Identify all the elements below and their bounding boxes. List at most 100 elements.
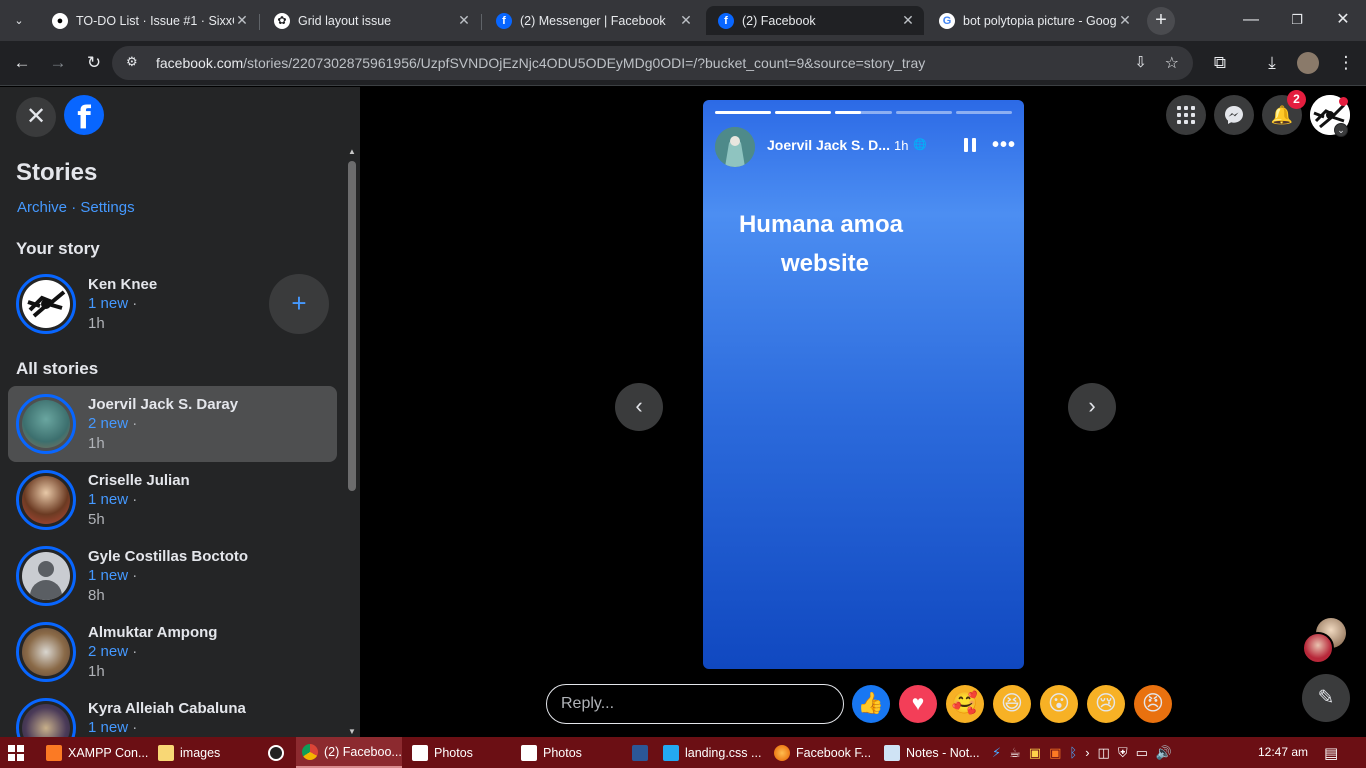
close-tab-icon[interactable]: ✕ [456, 12, 472, 29]
wow-reaction-button[interactable]: 😮 [1040, 685, 1078, 723]
notification-center-button[interactable]: ▤ [1324, 737, 1338, 768]
chat-head-avatar[interactable] [1302, 632, 1334, 664]
taskbar-item-vscode[interactable]: landing.css ... [663, 737, 761, 768]
story-author-name[interactable]: Joervil Jack S. D... [767, 137, 890, 153]
browser-tab-github[interactable]: ● TO-DO List · Issue #1 · SixxC ✕ [40, 6, 258, 35]
new-count-text: 2 new [88, 415, 129, 432]
forward-button[interactable]: → [44, 49, 72, 77]
close-tab-icon[interactable]: ✕ [1117, 12, 1133, 29]
site-info-icon[interactable]: ⚙ [126, 54, 138, 70]
avatar [22, 628, 70, 676]
taskbar-item-firefox[interactable]: Facebook F... [774, 737, 871, 768]
story-time: 8h [88, 587, 105, 604]
taskbar-item-notepad[interactable]: Notes - Not... [884, 737, 980, 768]
story-item-gyle[interactable]: Gyle Costillas Boctoto 1 new · 8h [8, 538, 337, 614]
restore-button[interactable]: ❐ [1274, 0, 1320, 40]
angry-emoji-icon: 😠 [1142, 692, 1164, 715]
minimize-button[interactable]: — [1228, 0, 1274, 40]
network-icon: ▭ [1135, 744, 1148, 760]
new-tab-button[interactable]: + [1147, 7, 1175, 35]
browser-tab-messenger[interactable]: f (2) Messenger | Facebook ✕ [484, 6, 702, 35]
story-card[interactable]: Joervil Jack S. D... 1h 🌐 ••• Humana amo… [703, 100, 1024, 669]
story-progress-segment [775, 111, 832, 114]
downloads-button[interactable]: ⤓ [1258, 49, 1286, 77]
taskbar-item-photos-1[interactable]: Photos [412, 737, 473, 768]
story-new-count: 1 new · [88, 719, 137, 736]
story-ring [16, 274, 76, 334]
facebook-logo[interactable]: f [64, 95, 104, 136]
system-tray[interactable]: ⚡ ☕ ▣ ▣ ᛒ › ◫ ⛨ ▭ 🔊 [992, 737, 1180, 768]
taskbar-item-chrome[interactable]: (2) Faceboo... [296, 737, 402, 768]
more-options-icon[interactable]: ••• [992, 134, 1016, 157]
story-author-name: Joervil Jack S. Daray [88, 396, 239, 413]
browser-menu-button[interactable]: ⋮ [1332, 49, 1360, 77]
taskbar-item-images[interactable]: images [158, 737, 220, 768]
taskbar-item-xampp[interactable]: XAMPP Con... [46, 737, 148, 768]
taskbar-label: Photos [543, 745, 582, 760]
story-progress-segment [835, 111, 892, 114]
close-stories-button[interactable]: ✕ [16, 97, 56, 137]
notepad-icon [884, 744, 900, 761]
haha-reaction-button[interactable]: 😆 [993, 685, 1031, 723]
story-author-name: Almuktar Ampong [88, 624, 218, 641]
taskbar-item-recorder[interactable] [268, 737, 290, 768]
record-icon [268, 744, 284, 761]
close-tab-icon[interactable]: ✕ [900, 12, 916, 29]
browser-tab-bar: ● TO-DO List · Issue #1 · SixxC ✕ ✿ Grid… [0, 0, 1366, 41]
browser-profile-button[interactable] [1294, 49, 1322, 77]
care-reaction-button[interactable]: 🥰 [946, 685, 984, 723]
chevron-down-icon[interactable]: ⌄ [1334, 123, 1348, 137]
close-tab-icon[interactable]: ✕ [234, 12, 250, 29]
chat-heads[interactable] [1302, 618, 1348, 666]
taskbar-item-photos-2[interactable]: Photos [521, 737, 582, 768]
story-item-kyra[interactable]: Kyra Alleiah Cabaluna 1 new · [8, 690, 337, 737]
story-author-avatar[interactable] [715, 127, 755, 167]
separator-dot: · [128, 491, 138, 508]
close-window-button[interactable]: ✕ [1320, 0, 1366, 40]
new-count-text: 1 new [88, 567, 129, 584]
scroll-down-icon[interactable]: ▼ [347, 727, 357, 737]
story-time: 1h [88, 315, 105, 332]
start-button[interactable] [8, 737, 30, 768]
next-story-button[interactable]: › [1068, 383, 1116, 431]
taskbar-item-terminal[interactable] [632, 737, 654, 768]
story-item-criselle[interactable]: Criselle Julian 1 new · 5h [8, 462, 337, 538]
sad-reaction-button[interactable]: 😢 [1087, 685, 1125, 723]
separator-dot: · [128, 643, 138, 660]
reply-input[interactable] [546, 684, 844, 724]
reload-button[interactable]: ↻ [80, 49, 108, 77]
address-bar[interactable]: ⚙ facebook.com/stories/2207302875961956/… [112, 46, 1193, 80]
download-icon: ⤓ [1268, 53, 1276, 72]
browser-tab-google[interactable]: G bot polytopia picture - Goog ✕ [927, 6, 1141, 35]
taskbar-clock[interactable]: 12:47 am [1258, 745, 1308, 759]
previous-story-button[interactable]: ‹ [615, 383, 663, 431]
story-item-joervil[interactable]: Joervil Jack S. Daray 2 new · 1h [8, 386, 337, 462]
messenger-button[interactable] [1214, 95, 1254, 135]
scroll-up-icon[interactable]: ▲ [347, 147, 357, 157]
sidebar-scrollbar[interactable]: ▲ ▼ [346, 147, 358, 737]
love-reaction-button[interactable]: ♥ [899, 685, 937, 723]
new-message-button[interactable]: ✎ [1302, 674, 1350, 722]
tab-search-button[interactable]: ⌄ [4, 6, 34, 35]
archive-link[interactable]: Archive [17, 199, 67, 216]
settings-link[interactable]: Settings [80, 199, 134, 216]
install-app-icon[interactable]: ⇩ [1134, 53, 1147, 71]
pause-button[interactable] [964, 138, 978, 154]
story-item-almuktar[interactable]: Almuktar Ampong 2 new · 1h [8, 614, 337, 690]
menu-button[interactable] [1166, 95, 1206, 135]
angry-reaction-button[interactable]: 😠 [1134, 685, 1172, 723]
taskbar-label: images [180, 745, 221, 760]
reload-icon: ↻ [86, 53, 102, 72]
facebook-icon: f [718, 12, 734, 29]
bookmark-star-icon[interactable]: ☆ [1165, 53, 1179, 73]
browser-tab-chatgpt[interactable]: ✿ Grid layout issue ✕ [262, 6, 480, 35]
scrollbar-thumb[interactable] [348, 161, 356, 491]
extensions-button[interactable]: ⧉ [1206, 49, 1234, 77]
browser-tab-facebook[interactable]: f (2) Facebook ✕ [706, 6, 924, 35]
story-ring [16, 546, 76, 606]
close-tab-icon[interactable]: ✕ [678, 12, 694, 29]
add-story-button[interactable]: + [269, 274, 329, 334]
like-reaction-button[interactable]: 👍 [852, 685, 890, 723]
all-stories-heading: All stories [16, 359, 99, 378]
back-button[interactable]: ← [8, 49, 36, 77]
